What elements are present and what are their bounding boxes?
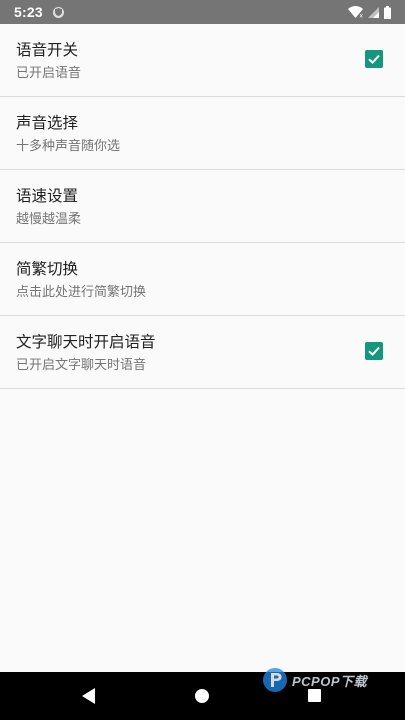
- text-chat-voice-checkbox[interactable]: [365, 342, 383, 360]
- checkmark-icon: [368, 54, 380, 65]
- setting-summary: 已开启语音: [16, 66, 82, 81]
- battery-icon: [384, 5, 391, 19]
- setting-title: 文字聊天时开启语音: [16, 333, 156, 351]
- setting-voice-select[interactable]: 声音选择 十多种声音随你选: [0, 97, 405, 170]
- cell-signal-icon: [368, 6, 379, 18]
- setting-voice-toggle[interactable]: 语音开关 已开启语音: [0, 24, 405, 97]
- settings-list: 语音开关 已开启语音 声音选择 十多种声音随你选 语速设置 越慢越温柔 简繁切换…: [0, 24, 405, 389]
- watermark-text: PCPOP下载: [292, 673, 368, 689]
- setting-speech-rate[interactable]: 语速设置 越慢越温柔: [0, 170, 405, 243]
- checkmark-icon: [368, 346, 380, 357]
- wifi-icon: x: [348, 6, 363, 18]
- status-icons: x: [348, 0, 391, 24]
- shield-icon: [52, 6, 64, 18]
- status-time: 5:23: [14, 4, 43, 20]
- setting-title: 声音选择: [16, 114, 79, 132]
- setting-title: 语速设置: [16, 187, 79, 205]
- pcpop-logo-icon: [263, 668, 287, 692]
- setting-summary: 越慢越温柔: [16, 212, 82, 227]
- voice-toggle-checkbox[interactable]: [365, 50, 383, 68]
- setting-title: 语音开关: [16, 41, 79, 59]
- setting-text-chat-voice[interactable]: 文字聊天时开启语音 已开启文字聊天时语音: [0, 316, 405, 389]
- back-icon[interactable]: [82, 688, 96, 708]
- setting-title: 简繁切换: [16, 260, 79, 278]
- setting-summary: 点击此处进行简繁切换: [16, 285, 147, 300]
- setting-simplified-traditional[interactable]: 简繁切换 点击此处进行简繁切换: [0, 243, 405, 316]
- home-icon[interactable]: [195, 689, 209, 703]
- settings-screen: 5:23 x 语音开关 已开启语音 声音选择 十多种声音随你选 语速设置 越慢越…: [0, 0, 405, 720]
- watermark: PCPOP下载: [262, 663, 367, 697]
- setting-summary: 已开启文字聊天时语音: [16, 358, 147, 373]
- svg-text:x: x: [360, 13, 364, 19]
- setting-summary: 十多种声音随你选: [16, 139, 121, 154]
- status-bar: 5:23 x: [0, 0, 405, 24]
